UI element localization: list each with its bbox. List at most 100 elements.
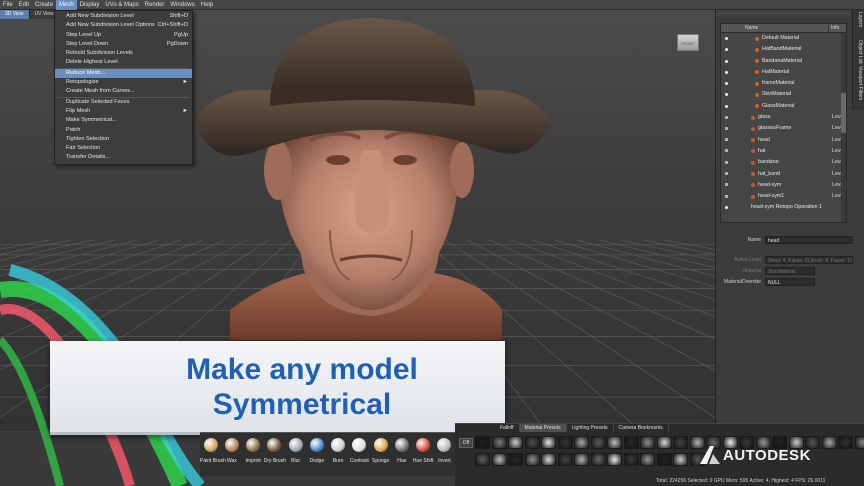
layer-row[interactable]: Default Material [721, 33, 846, 44]
stamp-thumbnail[interactable] [640, 453, 655, 466]
stamp-thumbnail[interactable] [673, 436, 688, 449]
property-value-field[interactable]: SkinMaterial [765, 267, 815, 275]
menu-create[interactable]: Create [32, 0, 56, 10]
visibility-icon[interactable] [725, 183, 728, 187]
preset-tab[interactable]: Material Presets [519, 424, 567, 432]
visibility-icon[interactable] [725, 160, 728, 164]
stamp-thumbnail[interactable] [557, 453, 573, 466]
mesh-menu-item[interactable]: Fair Selection [55, 144, 192, 153]
layer-row[interactable]: HatMaterial [721, 67, 846, 78]
layer-row[interactable]: HatBandMaterial [721, 44, 846, 55]
visibility-icon[interactable] [725, 126, 728, 130]
stamp-thumbnail[interactable] [574, 436, 589, 449]
scrollbar-thumb[interactable] [841, 93, 846, 133]
stamp-thumbnail[interactable] [656, 453, 672, 466]
stamp-thumbnail[interactable] [508, 436, 523, 449]
visibility-icon[interactable] [725, 206, 728, 210]
view-cube[interactable]: FRONT [677, 34, 699, 51]
property-value-field[interactable]: (level: 4, Faces: 3) (level: 4, Faces: 1… [765, 256, 853, 264]
stamp-thumbnail[interactable] [491, 436, 507, 449]
stamp-thumbnail[interactable] [623, 436, 639, 449]
mesh-menu-item[interactable]: Patch [55, 126, 192, 135]
mesh-menu-item[interactable]: Transfer Details... [55, 153, 192, 162]
layers-header-name[interactable]: Name [745, 24, 828, 32]
stamp-thumbnail[interactable] [854, 436, 864, 449]
stamp-thumbnail[interactable] [541, 436, 556, 449]
tool-imprint[interactable]: Imprint [243, 433, 264, 477]
mesh-menu-item[interactable]: Tighten Selection [55, 135, 192, 144]
panel-drag-handle[interactable] [716, 10, 851, 16]
stamp-thumbnail[interactable] [574, 453, 589, 466]
stamp-thumbnail[interactable] [673, 453, 688, 466]
layer-row[interactable]: glassesFrame Level [721, 123, 846, 134]
mesh-menu-item[interactable]: Step Level Down PgDown [55, 40, 192, 49]
preset-tab[interactable]: Camera Bookmarks [614, 424, 669, 432]
mesh-menu-item[interactable]: Make Symmetrical... [55, 116, 192, 125]
panel-tab-viewport-filters[interactable]: Viewport Filters [857, 66, 863, 100]
panel-tab-object-list[interactable]: Object List [857, 40, 863, 64]
stamp-thumbnail[interactable] [508, 453, 523, 466]
tool-dry-brush[interactable]: Dry Brush [264, 433, 286, 477]
mesh-menu-item[interactable]: Step Level Up PgUp [55, 31, 192, 40]
stamp-thumbnail[interactable] [524, 436, 540, 449]
visibility-icon[interactable] [725, 115, 728, 119]
stamp-thumbnail[interactable] [607, 436, 622, 449]
layer-row[interactable]: SkinMaterial [721, 89, 846, 100]
layer-row[interactable]: BandanaMaterial [721, 56, 846, 67]
mesh-menu-item[interactable]: Reduce Mesh... [55, 68, 192, 79]
layer-row[interactable]: hat_band Level [721, 169, 846, 180]
stamp-thumbnail[interactable] [640, 436, 655, 449]
stamp-thumbnail[interactable] [524, 453, 540, 466]
stamp-thumbnail[interactable] [475, 436, 490, 449]
stamp-thumbnail[interactable] [541, 453, 556, 466]
layer-row[interactable]: hat Level [721, 146, 846, 157]
visibility-icon[interactable] [725, 149, 728, 153]
visibility-icon[interactable] [725, 48, 728, 52]
mesh-menu-item[interactable]: Rebuild Subdivision Levels [55, 49, 192, 58]
mesh-menu-item[interactable]: Delete Highest Level [55, 58, 192, 67]
stamp-thumbnail[interactable] [623, 453, 639, 466]
stamp-off-button[interactable]: Off [459, 438, 473, 448]
stamp-thumbnail[interactable] [557, 436, 573, 449]
tool-burn[interactable]: Burn [328, 433, 349, 477]
layer-row[interactable]: glass Level [721, 112, 846, 123]
tool-dodge[interactable]: Dodge [306, 433, 327, 477]
stamp-thumbnail[interactable] [475, 453, 490, 466]
mesh-menu-item[interactable]: Duplicate Selected Faces [55, 98, 192, 107]
tool-wax[interactable]: Wax [221, 433, 242, 477]
visibility-icon[interactable] [725, 70, 728, 74]
layers-header-info[interactable]: Info [828, 24, 846, 32]
stamp-thumbnail[interactable] [590, 453, 606, 466]
preset-tab[interactable]: Falloff [495, 424, 520, 432]
tool-hue-shift[interactable]: Hue Shift [413, 433, 434, 477]
layer-row[interactable]: frameMaterial [721, 78, 846, 89]
visibility-icon[interactable] [725, 59, 728, 63]
visibility-icon[interactable] [725, 93, 728, 97]
layer-row[interactable]: GlassMaterial [721, 101, 846, 112]
visibility-icon[interactable] [725, 194, 728, 198]
visibility-icon[interactable] [725, 138, 728, 142]
mesh-menu-item[interactable]: Create Mesh from Curves... [55, 87, 192, 96]
stamp-thumbnail[interactable] [590, 436, 606, 449]
tool-sponge[interactable]: Sponge [370, 433, 391, 477]
tool-blur[interactable]: Blur [285, 433, 306, 477]
layers-scrollbar[interactable] [841, 33, 846, 222]
tool-hue[interactable]: Hue [391, 433, 412, 477]
stamp-thumbnail[interactable] [656, 436, 672, 449]
layer-row[interactable]: head Level [721, 135, 846, 146]
visibility-icon[interactable] [725, 37, 728, 40]
tool-contrast[interactable]: Contrast [349, 433, 370, 477]
mesh-menu-item[interactable]: Add New Subdivision Level Shift+D [55, 12, 192, 21]
stamp-thumbnail[interactable] [491, 453, 507, 466]
property-value-field[interactable]: NULL [765, 278, 815, 286]
visibility-icon[interactable] [725, 104, 728, 108]
menu-windows[interactable]: Windows [167, 0, 197, 10]
menu-render[interactable]: Render [142, 0, 168, 10]
stamp-thumbnail[interactable] [838, 436, 853, 449]
tool-paint-brush[interactable]: Paint Brush [200, 433, 226, 477]
layer-row[interactable]: head-sym Retopo Operation 1 [721, 202, 846, 213]
menu-help[interactable]: Help [198, 0, 216, 10]
stamp-thumbnail[interactable] [821, 436, 837, 449]
preset-tab[interactable]: Lighting Presets [567, 424, 614, 432]
visibility-icon[interactable] [725, 82, 728, 86]
